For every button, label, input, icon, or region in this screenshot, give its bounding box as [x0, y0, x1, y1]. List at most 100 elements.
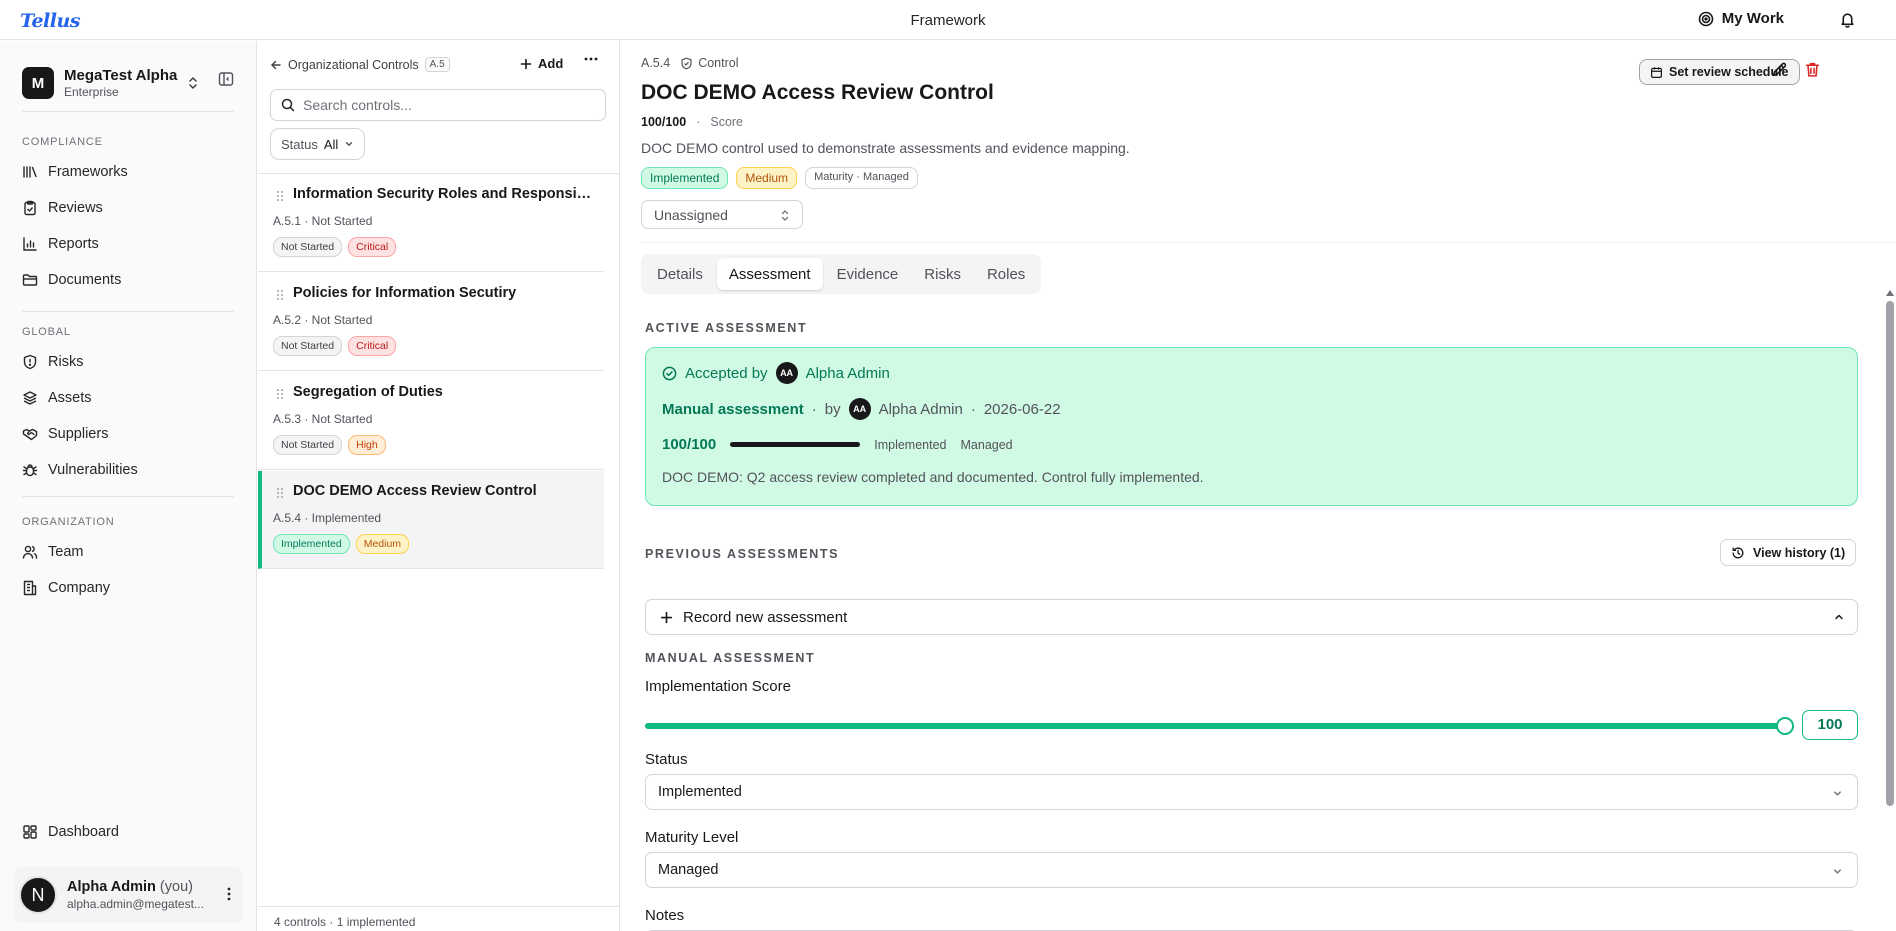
list-item[interactable]: Segregation of Duties A.5.3 · Not Starte… — [258, 372, 604, 470]
priority-badge: Medium — [355, 534, 410, 554]
my-work-button[interactable]: My Work — [1698, 10, 1784, 27]
plus-icon — [520, 58, 532, 69]
slider-thumb[interactable] — [1776, 717, 1794, 735]
implementation-score-slider[interactable] — [645, 715, 1794, 737]
top-bar: Tellus Framework My Work — [0, 0, 1896, 40]
add-control-button[interactable]: Add — [520, 56, 563, 71]
tab-assessment[interactable]: Assessment — [716, 258, 823, 290]
sidebar: M MegaTest Alpha Enterprise COMPLIANCE F… — [0, 41, 257, 931]
kebab-menu-icon[interactable] — [227, 887, 231, 901]
drag-handle-icon[interactable] — [276, 289, 284, 301]
assessment-maturity: Managed — [960, 437, 1013, 452]
sidebar-item-label: Frameworks — [48, 164, 128, 180]
status-filter-dropdown[interactable]: Status All — [270, 128, 366, 160]
user-you-label: (you) — [159, 879, 193, 895]
chevron-down-icon — [1832, 788, 1843, 799]
edit-pencil-icon[interactable] — [1771, 61, 1788, 78]
sidebar-item-label: Assets — [48, 390, 92, 406]
sidebar-item-dashboard[interactable]: Dashboard — [22, 817, 234, 847]
status-badge: Not Started — [273, 336, 343, 356]
assessor-name: Alpha Admin — [878, 400, 963, 418]
sidebar-item-documents[interactable]: Documents — [22, 265, 234, 295]
my-work-label: My Work — [1721, 10, 1784, 27]
assignee-select[interactable]: Unassigned — [641, 200, 803, 229]
org-name: MegaTest Alpha — [64, 67, 178, 84]
chevron-updown-icon — [186, 75, 200, 91]
maturity-badge: Maturity · Managed — [805, 167, 918, 189]
notifications-bell-icon[interactable] — [1839, 11, 1856, 28]
status-select[interactable]: Implemented — [645, 774, 1858, 810]
status-filter-value: All — [323, 136, 339, 152]
search-input[interactable] — [303, 97, 593, 113]
frameworks-icon — [23, 166, 37, 178]
sidebar-item-frameworks[interactable]: Frameworks — [22, 157, 234, 187]
list-footer-summary: 4 controls · 1 implemented — [258, 906, 620, 931]
sidebar-item-reviews[interactable]: Reviews — [22, 193, 234, 223]
active-assessment-card: Accepted by AA Alpha Admin Manual assess… — [645, 347, 1858, 506]
control-meta: A.5.2 · Not Started — [273, 313, 373, 327]
chevron-updown-icon — [780, 209, 790, 222]
implementation-score-input[interactable]: 100 — [1802, 710, 1858, 740]
active-assessment-heading: ACTIVE ASSESSMENT — [645, 321, 808, 335]
sidebar-item-suppliers[interactable]: Suppliers — [22, 419, 234, 449]
view-history-button[interactable]: View history (1) — [1720, 539, 1857, 566]
target-icon — [1698, 11, 1714, 27]
assessment-note: DOC DEMO: Q2 access review completed and… — [662, 469, 1204, 485]
building-icon — [23, 580, 37, 596]
detail-tabs: Details Assessment Evidence Risks Roles — [641, 254, 1042, 294]
view-history-label: View history (1) — [1753, 545, 1846, 560]
page-title: Framework — [910, 12, 986, 29]
control-meta: A.5.1 · Not Started — [273, 214, 373, 228]
section-label-compliance: COMPLIANCE — [22, 136, 103, 148]
sidebar-item-assets[interactable]: Assets — [22, 383, 234, 413]
scroll-up-icon[interactable] — [1885, 289, 1895, 297]
list-item[interactable]: Policies for Information Secutiry A.5.2 … — [258, 273, 604, 371]
scrollbar[interactable] — [1886, 301, 1894, 806]
org-switcher[interactable]: M MegaTest Alpha Enterprise — [22, 63, 242, 103]
folder-icon — [22, 274, 38, 286]
bug-icon — [22, 464, 38, 477]
priority-badge: Critical — [348, 237, 397, 257]
user-menu[interactable]: N Alpha Admin (you) alpha.admin@megatest… — [14, 867, 243, 923]
tab-evidence[interactable]: Evidence — [825, 258, 911, 290]
implementation-score-label: Implementation Score — [645, 678, 791, 695]
shield-check-icon — [681, 57, 692, 69]
tab-roles[interactable]: Roles — [975, 258, 1037, 290]
tab-details[interactable]: Details — [645, 258, 715, 290]
sidebar-item-reports[interactable]: Reports — [22, 229, 234, 259]
sidebar-item-vulnerabilities[interactable]: Vulnerabilities — [22, 455, 234, 485]
record-new-assessment-toggle[interactable]: Record new assessment — [645, 599, 1858, 635]
score-progress-bar — [730, 442, 861, 447]
control-title: DOC DEMO Access Review Control — [293, 483, 537, 499]
section-label-organization: ORGANIZATION — [22, 516, 115, 528]
delete-trash-icon[interactable] — [1804, 61, 1821, 78]
drag-handle-icon[interactable] — [276, 487, 284, 499]
previous-assessments-heading: PREVIOUS ASSESSMENTS — [645, 547, 840, 561]
sidebar-item-team[interactable]: Team — [22, 537, 234, 567]
drag-handle-icon[interactable] — [276, 190, 284, 202]
sidebar-item-risks[interactable]: Risks — [22, 347, 234, 377]
list-item[interactable]: Information Security Roles and Responsib… — [258, 174, 604, 272]
tab-risks[interactable]: Risks — [912, 258, 973, 290]
drag-handle-icon[interactable] — [276, 388, 284, 400]
app-logo[interactable]: Tellus — [20, 10, 81, 32]
search-icon — [281, 98, 295, 112]
bar-chart-icon — [23, 237, 37, 251]
more-horizontal-icon[interactable] — [584, 57, 598, 61]
score-value: 100/100 — [641, 115, 687, 129]
control-description: DOC DEMO control used to demonstrate ass… — [641, 140, 1130, 156]
org-plan: Enterprise — [64, 85, 119, 99]
control-score: 100/100 · Score — [641, 115, 744, 129]
calendar-icon — [1651, 66, 1662, 78]
record-new-assessment-label: Record new assessment — [683, 608, 848, 626]
status-field-label: Status — [645, 751, 688, 768]
user-email: alpha.admin@megatest... — [67, 897, 204, 911]
list-item-selected[interactable]: DOC DEMO Access Review Control A.5.4 · I… — [258, 471, 604, 569]
sidebar-item-label: Company — [48, 580, 111, 596]
sidebar-collapse-icon[interactable] — [218, 71, 234, 87]
back-to-category-link[interactable]: Organizational Controls A.5 — [270, 57, 450, 72]
sidebar-item-company[interactable]: Company — [22, 573, 234, 603]
status-badge: Implemented — [273, 534, 350, 554]
section-label-global: GLOBAL — [22, 326, 71, 338]
maturity-select[interactable]: Managed — [645, 852, 1858, 888]
